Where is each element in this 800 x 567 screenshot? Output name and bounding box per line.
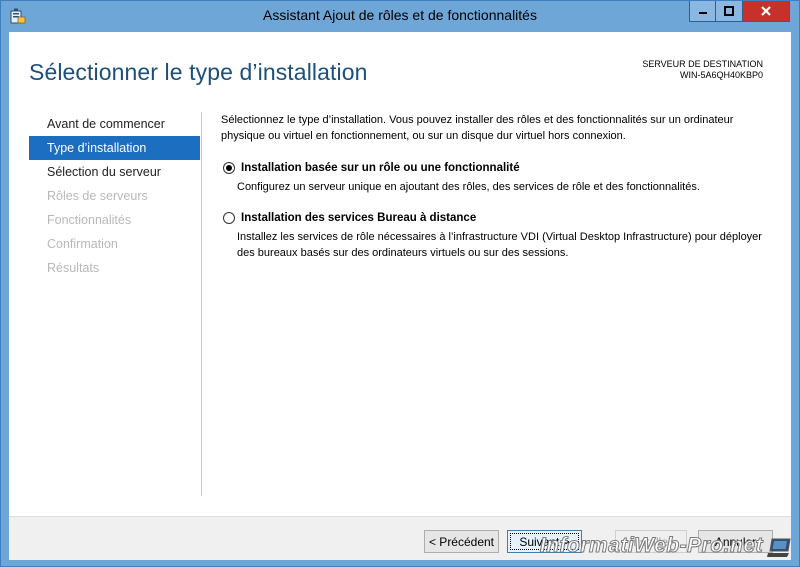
close-icon <box>761 6 771 16</box>
option-role-based-label[interactable]: Installation basée sur un rôle ou une fo… <box>237 161 771 176</box>
nav-step-features: Fonctionnalités <box>47 213 132 227</box>
install-button: Installer <box>615 530 687 553</box>
title-bar[interactable]: Assistant Ajout de rôles et de fonctionn… <box>1 1 799 32</box>
wizard-body: Sélectionner le type d’installation SERV… <box>9 32 791 560</box>
laptop-logo-icon <box>767 538 791 557</box>
maximize-button[interactable] <box>716 1 743 22</box>
nav-divider <box>201 112 202 496</box>
option-role-based[interactable]: Installation basée sur un rôle ou une fo… <box>221 161 771 195</box>
option-remote-desktop[interactable]: Installation des services Bureau à dista… <box>221 211 771 261</box>
page-title: Sélectionner le type d’installation <box>29 59 368 85</box>
minimize-icon <box>698 12 707 14</box>
maximize-icon <box>724 6 734 16</box>
nav-step-server-roles: Rôles de serveurs <box>47 189 148 203</box>
cancel-button[interactable]: Annuler <box>698 530 773 553</box>
close-button[interactable] <box>743 1 790 22</box>
destination-label: SERVEUR DE DESTINATION <box>642 59 763 69</box>
nav-step-confirmation: Confirmation <box>47 237 118 251</box>
nav-step-installation-type[interactable]: Type d’installation <box>29 136 200 160</box>
option-role-based-description: Configurez un serveur unique en ajoutant… <box>237 181 700 193</box>
destination-server: WIN-5A6QH40KBP0 <box>679 70 763 80</box>
wizard-footer: < Précédent Suivant > Installer Annuler <box>9 516 791 560</box>
previous-button[interactable]: < Précédent <box>424 530 499 553</box>
intro-text: Sélectionnez le type d’installation. Vou… <box>221 114 734 142</box>
next-button[interactable]: Suivant > <box>507 530 582 553</box>
window-title: Assistant Ajout de rôles et de fonctionn… <box>263 7 537 23</box>
nav-step-before-you-begin[interactable]: Avant de commencer <box>29 112 200 136</box>
main-content: Sélectionnez le type d’installation. Vou… <box>221 112 771 261</box>
wizard-steps-nav: Avant de commencer Type d’installation S… <box>29 112 200 280</box>
nav-step-results: Résultats <box>47 261 100 275</box>
radio-role-based[interactable] <box>223 162 235 174</box>
option-remote-desktop-label[interactable]: Installation des services Bureau à dista… <box>237 211 771 226</box>
nav-step-server-selection[interactable]: Sélection du serveur <box>29 160 200 184</box>
minimize-button[interactable] <box>689 1 716 22</box>
radio-remote-desktop[interactable] <box>223 212 235 224</box>
wizard-window: Assistant Ajout de rôles et de fonctionn… <box>0 0 800 567</box>
option-remote-desktop-description: Installez les services de rôle nécessair… <box>237 231 762 259</box>
